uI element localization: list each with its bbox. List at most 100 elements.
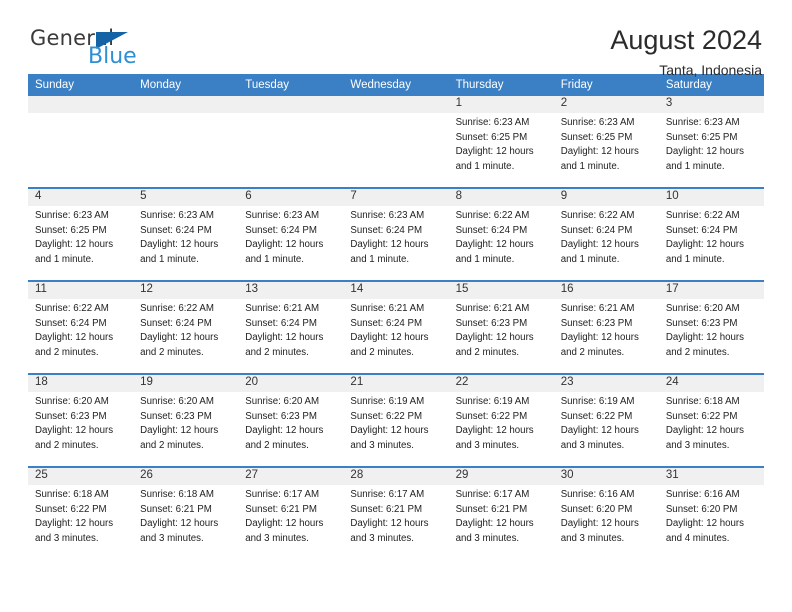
- title-block: August 2024 Tanta, Indonesia: [610, 25, 764, 78]
- calendar-day-cell[interactable]: 26 Sunrise: 6:18 AM Sunset: 6:21 PM Dayligh…: [133, 466, 239, 559]
- day-number: 28: [343, 468, 449, 485]
- calendar-day-cell[interactable]: 9 Sunrise: 6:22 AM Sunset: 6:24 PM Daylight…: [553, 187, 659, 281]
- day-details: Sunrise: 6:18 AM Sunset: 6:22 PM Daylight:…: [28, 485, 133, 547]
- sunset-text: Sunset: 6:24 PM: [140, 317, 212, 329]
- calendar-week-row: 11 Sunrise: 6:22 AM Sunset: 6:24 PM Dayligh…: [28, 280, 764, 374]
- calendar-day-cell[interactable]: 13 Sunrise: 6:21 AM Sunset: 6:24 PM Dayligh…: [238, 280, 344, 374]
- calendar-cell-inner: 9 Sunrise: 6:22 AM Sunset: 6:24 PM Daylight…: [553, 189, 659, 280]
- sunrise-text: Sunrise: 6:20 AM: [665, 303, 740, 314]
- calendar-cell-inner: 22 Sunrise: 6:19 AM Sunset: 6:22 PM Dayligh…: [448, 375, 554, 466]
- calendar-day-cell[interactable]: 7 Sunrise: 6:23 AM Sunset: 6:24 PM Daylight…: [343, 187, 449, 281]
- daylight-text: Daylight: 12 hours and 1 minute.: [455, 239, 534, 266]
- calendar-day-cell[interactable]: 14 Sunrise: 6:21 AM Sunset: 6:24 PM Dayligh…: [343, 280, 449, 374]
- day-number: 9: [553, 189, 659, 206]
- sunset-text: Sunset: 6:23 PM: [560, 317, 633, 329]
- sunrise-text: Sunrise: 6:22 AM: [455, 210, 530, 221]
- sunrise-text: Sunrise: 6:23 AM: [245, 210, 320, 221]
- calendar-cell-inner: 25 Sunrise: 6:18 AM Sunset: 6:22 PM Dayligh…: [28, 468, 134, 559]
- sunset-text: Sunset: 6:22 PM: [560, 410, 633, 422]
- calendar-day-cell[interactable]: 2 Sunrise: 6:23 AM Sunset: 6:25 PM Daylight…: [553, 96, 659, 188]
- day-number: 17: [658, 282, 764, 299]
- calendar-day-cell[interactable]: 15 Sunrise: 6:21 AM Sunset: 6:23 PM Dayligh…: [448, 280, 554, 374]
- calendar-day-cell[interactable]: 5 Sunrise: 6:23 AM Sunset: 6:24 PM Daylight…: [133, 187, 239, 281]
- calendar-day-cell[interactable]: 22 Sunrise: 6:19 AM Sunset: 6:22 PM Dayligh…: [448, 373, 554, 467]
- day-details: Sunrise: 6:21 AM Sunset: 6:24 PM Daylight:…: [238, 299, 343, 361]
- day-details: Sunrise: 6:19 AM Sunset: 6:22 PM Daylight:…: [449, 392, 554, 454]
- sunset-text: Sunset: 6:21 PM: [350, 503, 423, 515]
- calendar-day-cell[interactable]: 30 Sunrise: 6:16 AM Sunset: 6:20 PM Dayligh…: [553, 466, 659, 559]
- calendar-day-cell[interactable]: 12 Sunrise: 6:22 AM Sunset: 6:24 PM Dayligh…: [133, 280, 239, 374]
- calendar-day-cell[interactable]: 21 Sunrise: 6:19 AM Sunset: 6:22 PM Dayligh…: [343, 373, 449, 467]
- calendar-day-cell[interactable]: 23 Sunrise: 6:19 AM Sunset: 6:22 PM Dayligh…: [553, 373, 659, 467]
- calendar-day-cell[interactable]: 20 Sunrise: 6:20 AM Sunset: 6:23 PM Dayligh…: [238, 373, 344, 467]
- calendar-cell-inner: 31 Sunrise: 6:16 AM Sunset: 6:20 PM Dayligh…: [658, 468, 764, 559]
- daylight-text: Daylight: 12 hours and 2 minutes.: [350, 332, 429, 359]
- calendar-cell-inner: 6 Sunrise: 6:23 AM Sunset: 6:24 PM Daylight…: [238, 189, 344, 280]
- sunset-text: Sunset: 6:24 PM: [140, 224, 212, 236]
- day-details: Sunrise: 6:17 AM Sunset: 6:21 PM Daylight:…: [343, 485, 448, 547]
- calendar-day-cell[interactable]: 4 Sunrise: 6:23 AM Sunset: 6:25 PM Daylight…: [28, 187, 134, 281]
- day-number: 18: [28, 375, 134, 392]
- calendar-week-row: 25 Sunrise: 6:18 AM Sunset: 6:22 PM Dayligh…: [28, 466, 764, 559]
- day-details: Sunrise: 6:23 AM Sunset: 6:25 PM Daylight:…: [449, 113, 554, 175]
- day-number: 3: [658, 96, 764, 113]
- calendar-day-cell[interactable]: 1 Sunrise: 6:23 AM Sunset: 6:25 PM Daylight…: [448, 96, 554, 188]
- day-header-thursday: Thursday: [448, 74, 554, 96]
- calendar-day-cell[interactable]: 24 Sunrise: 6:18 AM Sunset: 6:22 PM Dayligh…: [658, 373, 764, 467]
- daylight-text: Daylight: 12 hours and 1 minute.: [560, 146, 639, 173]
- calendar-day-cell[interactable]: 8 Sunrise: 6:22 AM Sunset: 6:24 PM Daylight…: [448, 187, 554, 281]
- daylight-text: Daylight: 12 hours and 2 minutes.: [140, 332, 219, 359]
- calendar-day-cell[interactable]: 3 Sunrise: 6:23 AM Sunset: 6:25 PM Daylight…: [658, 96, 764, 188]
- sunset-text: Sunset: 6:21 PM: [245, 503, 317, 515]
- calendar-cell-inner: 2 Sunrise: 6:23 AM Sunset: 6:25 PM Daylight…: [553, 96, 659, 187]
- sunrise-text: Sunrise: 6:21 AM: [245, 303, 320, 314]
- sunrise-text: Sunrise: 6:18 AM: [665, 396, 740, 407]
- calendar-day-cell[interactable]: 11 Sunrise: 6:22 AM Sunset: 6:24 PM Dayligh…: [28, 280, 134, 374]
- sunrise-text: Sunrise: 6:21 AM: [560, 303, 635, 314]
- daylight-text: Daylight: 12 hours and 1 minute.: [140, 239, 219, 266]
- daylight-text: Daylight: 12 hours and 3 minutes.: [35, 518, 114, 545]
- calendar-cell-inner: 20 Sunrise: 6:20 AM Sunset: 6:23 PM Dayligh…: [238, 375, 344, 466]
- calendar-day-cell[interactable]: 31 Sunrise: 6:16 AM Sunset: 6:20 PM Dayligh…: [658, 466, 764, 559]
- day-details: Sunrise: 6:23 AM Sunset: 6:25 PM Daylight:…: [28, 206, 133, 268]
- day-details: Sunrise: 6:17 AM Sunset: 6:21 PM Daylight:…: [449, 485, 554, 547]
- sunrise-text: Sunrise: 6:20 AM: [35, 396, 109, 407]
- day-number: 26: [133, 468, 239, 485]
- calendar-day-cell[interactable]: 27 Sunrise: 6:17 AM Sunset: 6:21 PM Dayligh…: [238, 466, 344, 559]
- day-number: [343, 96, 449, 113]
- daylight-text: Daylight: 12 hours and 3 minutes.: [245, 518, 324, 545]
- day-details: Sunrise: 6:19 AM Sunset: 6:22 PM Daylight:…: [554, 392, 659, 454]
- calendar-day-cell[interactable]: 17 Sunrise: 6:20 AM Sunset: 6:23 PM Dayligh…: [658, 280, 764, 374]
- sunrise-text: Sunrise: 6:20 AM: [140, 396, 214, 407]
- calendar-day-cell[interactable]: 25 Sunrise: 6:18 AM Sunset: 6:22 PM Dayligh…: [28, 466, 134, 559]
- calendar-cell-inner: 12 Sunrise: 6:22 AM Sunset: 6:24 PM Dayligh…: [133, 282, 239, 373]
- sunset-text: Sunset: 6:22 PM: [35, 503, 107, 515]
- daylight-text: Daylight: 12 hours and 1 minute.: [350, 239, 429, 266]
- calendar-day-cell[interactable]: 18 Sunrise: 6:20 AM Sunset: 6:23 PM Dayligh…: [28, 373, 134, 467]
- day-number: 30: [553, 468, 659, 485]
- calendar-cell-inner: 11 Sunrise: 6:22 AM Sunset: 6:24 PM Dayligh…: [28, 282, 134, 373]
- day-number: 15: [448, 282, 554, 299]
- calendar-day-cell[interactable]: 6 Sunrise: 6:23 AM Sunset: 6:24 PM Daylight…: [238, 187, 344, 281]
- sunset-text: Sunset: 6:22 PM: [665, 410, 738, 422]
- day-header-wednesday: Wednesday: [343, 74, 449, 96]
- calendar-day-cell[interactable]: 16 Sunrise: 6:21 AM Sunset: 6:23 PM Dayligh…: [553, 280, 659, 374]
- day-number: 23: [553, 375, 659, 392]
- day-number: [28, 96, 134, 113]
- calendar-day-cell[interactable]: 10 Sunrise: 6:22 AM Sunset: 6:24 PM Dayligh…: [658, 187, 764, 281]
- calendar-day-cell[interactable]: 29 Sunrise: 6:17 AM Sunset: 6:21 PM Dayligh…: [448, 466, 554, 559]
- day-details: Sunrise: 6:22 AM Sunset: 6:24 PM Daylight:…: [449, 206, 554, 268]
- calendar-day-cell[interactable]: 19 Sunrise: 6:20 AM Sunset: 6:23 PM Dayligh…: [133, 373, 239, 467]
- sunrise-text: Sunrise: 6:22 AM: [665, 210, 740, 221]
- calendar-day-cell[interactable]: 28 Sunrise: 6:17 AM Sunset: 6:21 PM Dayligh…: [343, 466, 449, 559]
- daylight-text: Daylight: 12 hours and 3 minutes.: [665, 425, 744, 452]
- sunrise-text: Sunrise: 6:23 AM: [140, 210, 214, 221]
- calendar-cell-inner: 23 Sunrise: 6:19 AM Sunset: 6:22 PM Dayligh…: [553, 375, 659, 466]
- day-number: 24: [658, 375, 764, 392]
- sunset-text: Sunset: 6:23 PM: [245, 410, 317, 422]
- sunset-text: Sunset: 6:20 PM: [560, 503, 633, 515]
- day-header-monday: Monday: [133, 74, 239, 96]
- day-number: 31: [658, 468, 764, 485]
- calendar-cell-inner: 7 Sunrise: 6:23 AM Sunset: 6:24 PM Daylight…: [343, 189, 449, 280]
- general-blue-logo[interactable]: General Blue: [28, 26, 148, 72]
